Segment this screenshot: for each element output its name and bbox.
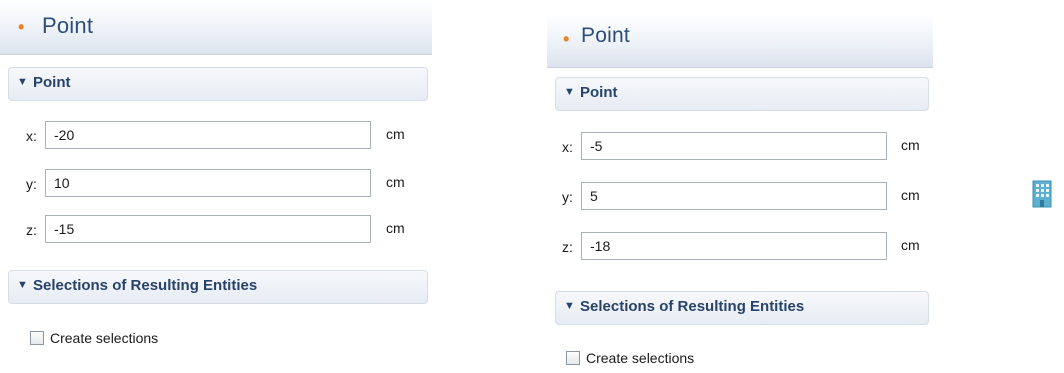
- panel-title: Point: [581, 24, 630, 47]
- panel-title-bar: • Point: [547, 12, 933, 68]
- unit-label: cm: [386, 126, 405, 142]
- unit-label: cm: [901, 237, 920, 253]
- axis-label-x: x:: [562, 139, 573, 155]
- axis-label-z: z:: [562, 239, 573, 255]
- collapse-triangle-icon: ▼: [17, 279, 28, 291]
- coord-row-y: y: cm: [0, 169, 432, 199]
- z-coordinate-input[interactable]: [45, 215, 371, 243]
- create-selections-checkbox[interactable]: [566, 351, 580, 365]
- coord-row-x: x: cm: [0, 121, 432, 151]
- create-selections-checkbox[interactable]: [30, 331, 44, 345]
- collapse-triangle-icon: ▼: [564, 86, 575, 98]
- x-coordinate-input[interactable]: [45, 121, 371, 149]
- section-header-selections[interactable]: ▼ Selections of Resulting Entities: [8, 270, 428, 304]
- title-bullet-icon: •: [18, 17, 25, 37]
- section-header-selections[interactable]: ▼ Selections of Resulting Entities: [555, 291, 929, 325]
- settings-panel-left: • Point ▼ Point x: cm y: cm z: cm ▼ Sele…: [0, 0, 432, 373]
- coord-row-y: y: cm: [547, 182, 933, 212]
- z-coordinate-input[interactable]: [581, 232, 887, 260]
- y-coordinate-input[interactable]: [581, 182, 887, 210]
- section-label: Point: [580, 84, 618, 101]
- x-coordinate-input[interactable]: [581, 132, 887, 160]
- unit-label: cm: [901, 187, 920, 203]
- checkbox-label[interactable]: Create selections: [586, 350, 694, 366]
- section-label: Point: [33, 74, 71, 91]
- coord-row-x: x: cm: [547, 132, 933, 162]
- axis-label-x: x:: [26, 128, 37, 144]
- section-header-point[interactable]: ▼ Point: [555, 77, 929, 111]
- title-bullet-icon: •: [563, 29, 570, 49]
- panel-title: Point: [42, 13, 94, 38]
- building-icon[interactable]: [1032, 180, 1052, 208]
- coord-row-z: z: cm: [547, 232, 933, 262]
- coord-row-z: z: cm: [0, 215, 432, 245]
- unit-label: cm: [386, 174, 405, 190]
- unit-label: cm: [386, 220, 405, 236]
- section-header-point[interactable]: ▼ Point: [8, 67, 428, 101]
- collapse-triangle-icon: ▼: [564, 300, 575, 312]
- unit-label: cm: [901, 137, 920, 153]
- checkbox-label[interactable]: Create selections: [50, 330, 158, 346]
- section-label: Selections of Resulting Entities: [33, 277, 258, 294]
- y-coordinate-input[interactable]: [45, 169, 371, 197]
- section-label: Selections of Resulting Entities: [580, 298, 805, 315]
- axis-label-y: y:: [562, 189, 573, 205]
- panel-title-bar: • Point: [0, 0, 432, 55]
- collapse-triangle-icon: ▼: [17, 76, 28, 88]
- axis-label-z: z:: [26, 222, 37, 238]
- settings-panel-right: • Point ▼ Point x: cm y: cm z: cm ▼ Sele…: [547, 12, 933, 373]
- axis-label-y: y:: [26, 176, 37, 192]
